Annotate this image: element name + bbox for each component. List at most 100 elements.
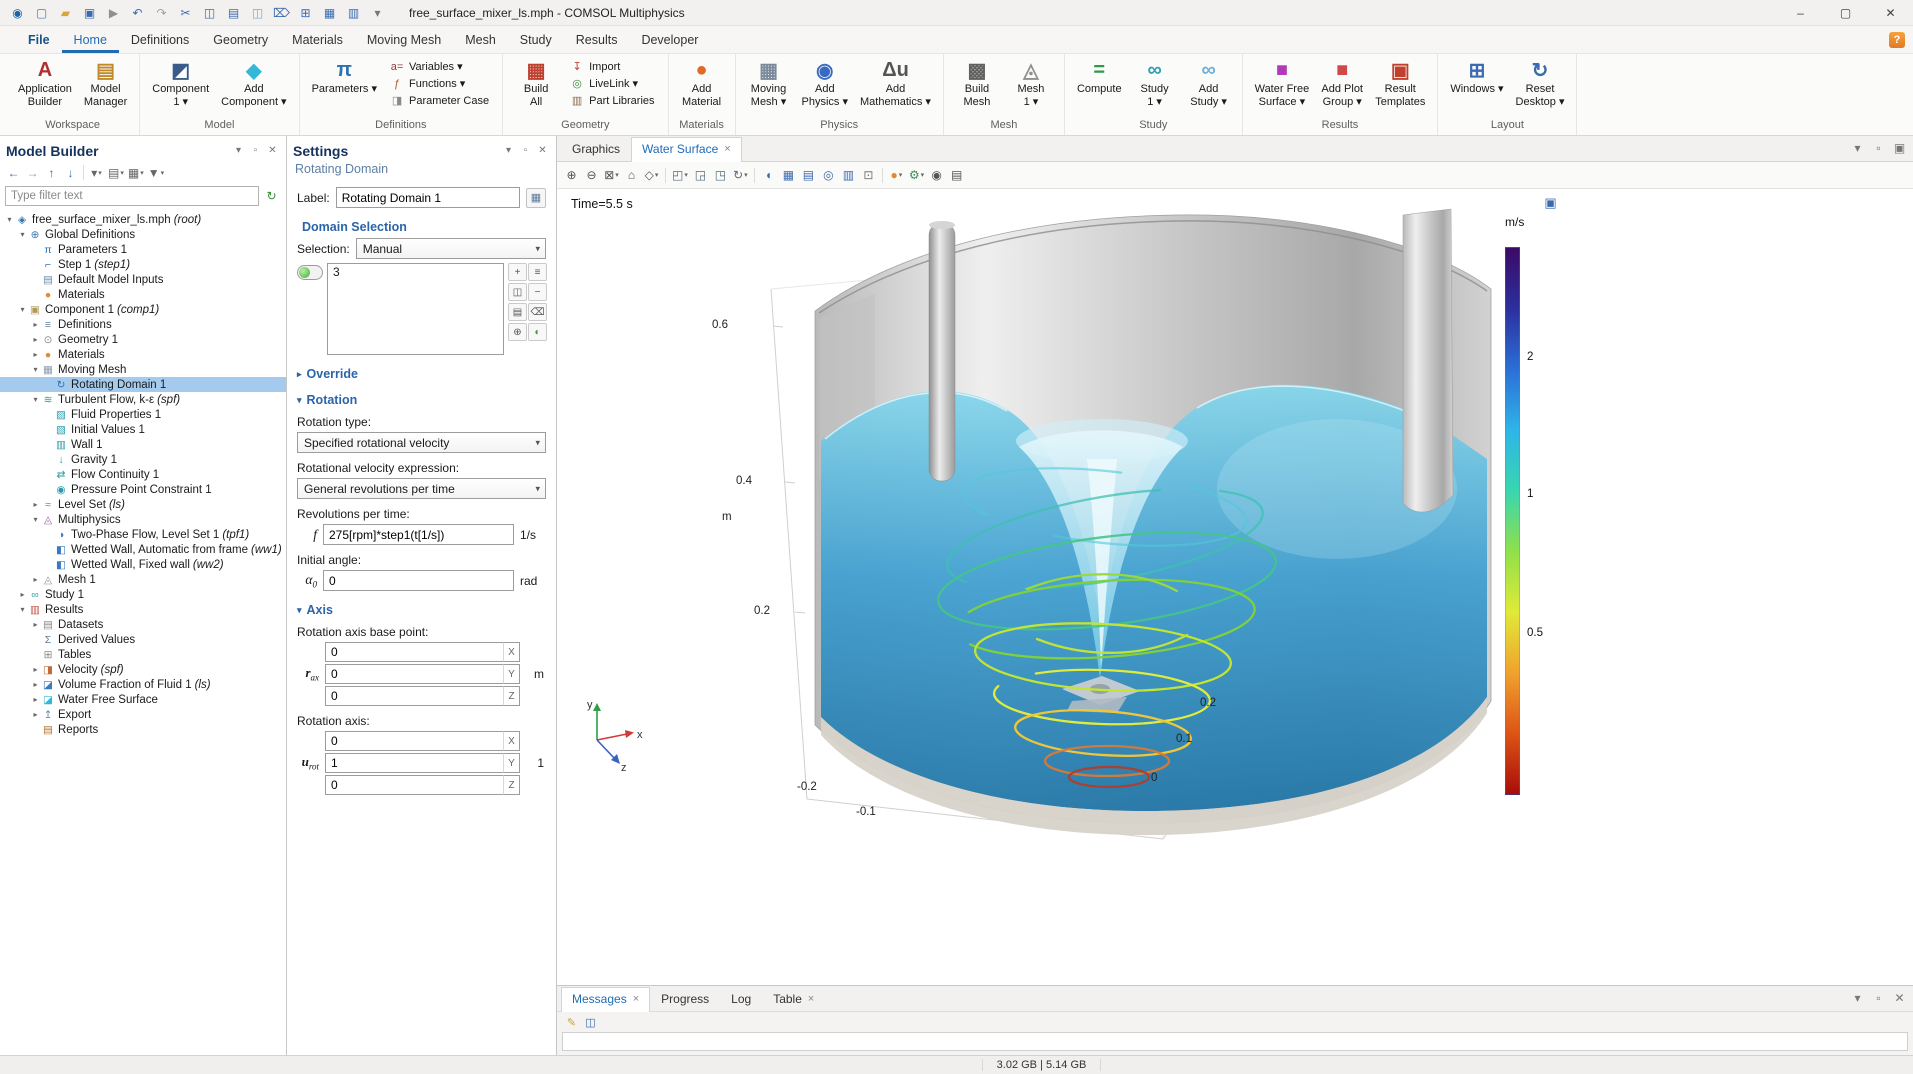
tree-item-moving-mesh[interactable]: ▾▦Moving Mesh xyxy=(0,362,286,377)
tree-item-study-1[interactable]: ▸∞Study 1 xyxy=(0,587,286,602)
ribbon-add-material[interactable]: ●Add Material xyxy=(675,56,729,111)
tree-item-rotating-domain-1[interactable]: ↻Rotating Domain 1 xyxy=(0,377,286,392)
rotate-view-icon[interactable]: ↻▾ xyxy=(731,166,750,185)
redo-icon[interactable]: ↷ xyxy=(150,3,173,23)
panel-options-icon[interactable]: ▾ xyxy=(1848,988,1867,1007)
tree-item-tables[interactable]: ⊞Tables xyxy=(0,647,286,662)
sound-icon[interactable]: ◖ xyxy=(759,166,778,185)
columns-icon[interactable]: ▦▾ xyxy=(126,163,146,182)
rotation-type-dropdown[interactable]: Specified rotational velocity xyxy=(297,432,546,453)
tree-item-gravity-1[interactable]: ↓Gravity 1 xyxy=(0,452,286,467)
duplicate-icon[interactable]: ◫ xyxy=(246,3,269,23)
panel-options-icon[interactable]: ▾ xyxy=(1848,138,1867,157)
ribbon-component-1[interactable]: ◩Component 1 ▾ xyxy=(146,56,215,111)
tree-item-mesh-1[interactable]: ▸◬Mesh 1 xyxy=(0,572,286,587)
copy-selection-icon[interactable]: ◫ xyxy=(508,283,527,301)
ribbon-livelink[interactable]: ◎LiveLink ▾ xyxy=(567,76,657,91)
ribbon-model-manager[interactable]: ▤Model Manager xyxy=(78,56,133,111)
move-down-icon[interactable]: ↓ xyxy=(61,163,80,182)
ribbon-variables[interactable]: a=Variables ▾ xyxy=(387,59,492,74)
zoom-in-icon[interactable]: ⊕ xyxy=(562,166,581,185)
rotation-axis-z-input[interactable] xyxy=(325,775,503,795)
ribbon-moving-mesh[interactable]: ▦Moving Mesh ▾ xyxy=(742,56,796,111)
ribbon-mesh-1[interactable]: ◬Mesh 1 ▾ xyxy=(1004,56,1058,111)
maximize-panel-icon[interactable]: ▣ xyxy=(1890,138,1909,157)
grid-window-icon[interactable]: ▥ xyxy=(342,3,365,23)
tree-item-volume-fraction-of-fluid-1[interactable]: ▸◪Volume Fraction of Fluid 1(ls) xyxy=(0,677,286,692)
table-window-icon[interactable]: ▦ xyxy=(318,3,341,23)
ribbon-windows[interactable]: ⊞Windows ▾ xyxy=(1444,56,1509,98)
tree-item-water-free-surface[interactable]: ▸◪Water Free Surface xyxy=(0,692,286,707)
rename-icon[interactable]: ▦ xyxy=(526,188,546,208)
graphics-canvas[interactable]: Time=5.5 s m/s ▣ y x z 210.50.60.40.2m-0… xyxy=(557,189,1913,985)
twisty-icon[interactable]: ▾ xyxy=(17,230,28,239)
float-icon[interactable]: ▫ xyxy=(1869,988,1888,1007)
open-icon[interactable]: ▰ xyxy=(54,3,77,23)
new-file-icon[interactable]: ▢ xyxy=(30,3,53,23)
twisty-icon[interactable]: ▸ xyxy=(30,575,41,584)
collapse-icon[interactable]: ▾▾ xyxy=(87,163,106,182)
nav-forward-icon[interactable]: → xyxy=(23,163,42,182)
close-tab-icon[interactable]: × xyxy=(724,143,730,155)
tree-item-multiphysics[interactable]: ▾◬Multiphysics xyxy=(0,512,286,527)
tree-item-turbulent-flow-k[interactable]: ▾≋Turbulent Flow, k-ε(spf) xyxy=(0,392,286,407)
tree-item-flow-continuity-1[interactable]: ⇄Flow Continuity 1 xyxy=(0,467,286,482)
zoom-out-icon[interactable]: ⊖ xyxy=(582,166,601,185)
rotation-axis-x-input[interactable] xyxy=(325,731,503,751)
twisty-icon[interactable]: ▸ xyxy=(30,320,41,329)
selection-list[interactable]: 3 xyxy=(327,263,504,355)
selection-item[interactable]: 3 xyxy=(328,264,503,280)
tree-item-initial-values-1[interactable]: ▧Initial Values 1 xyxy=(0,422,286,437)
tab-messages[interactable]: Messages× xyxy=(561,987,650,1012)
color-theme-icon[interactable]: ●▾ xyxy=(887,166,906,185)
undo-icon[interactable]: ↶ xyxy=(126,3,149,23)
close-button[interactable]: ✕ xyxy=(1868,0,1913,26)
tab-table[interactable]: Table× xyxy=(762,987,825,1011)
environment-icon[interactable]: ▥ xyxy=(839,166,858,185)
tree-item-definitions[interactable]: ▸≡Definitions xyxy=(0,317,286,332)
remove-selection-icon[interactable]: − xyxy=(528,283,547,301)
delete-icon[interactable]: ⌦ xyxy=(270,3,293,23)
ribbon-add-plot-group[interactable]: ■Add Plot Group ▾ xyxy=(1315,56,1369,111)
tree-item-derived-values[interactable]: ΣDerived Values xyxy=(0,632,286,647)
minimize-button[interactable]: – xyxy=(1778,0,1823,26)
section-domain-selection[interactable]: Domain Selection xyxy=(297,220,546,234)
selection-menu-icon[interactable]: ≡ xyxy=(528,263,547,281)
twisty-icon[interactable]: ▸ xyxy=(30,500,41,509)
section-rotation[interactable]: Rotation xyxy=(297,393,546,407)
view-yz-icon[interactable]: ◲ xyxy=(691,166,710,185)
clear-selection-icon[interactable]: ⌫ xyxy=(528,303,547,321)
ribbon-add-study[interactable]: ∞Add Study ▾ xyxy=(1182,56,1236,111)
close-tab-icon[interactable]: × xyxy=(633,993,639,1005)
base-point-z-input[interactable] xyxy=(325,686,503,706)
tree-item-fluid-properties-1[interactable]: ▨Fluid Properties 1 xyxy=(0,407,286,422)
ribbon-functions[interactable]: ƒFunctions ▾ xyxy=(387,76,492,91)
menu-materials[interactable]: Materials xyxy=(280,26,355,53)
copy-log-icon[interactable]: ◫ xyxy=(582,1014,599,1031)
base-point-y-input[interactable] xyxy=(325,664,503,684)
ribbon-reset-desktop[interactable]: ↻Reset Desktop ▾ xyxy=(1510,56,1571,111)
active-toggle[interactable] xyxy=(297,265,323,280)
lock-icon[interactable]: ⊡ xyxy=(859,166,878,185)
ribbon-build-all[interactable]: ▦Build All xyxy=(509,56,563,111)
section-override[interactable]: Override xyxy=(297,367,546,381)
tab-graphics[interactable]: Graphics xyxy=(561,137,631,161)
nav-back-icon[interactable]: ← xyxy=(4,163,23,182)
menu-definitions[interactable]: Definitions xyxy=(119,26,201,53)
go-to-view-icon[interactable]: ◇▾ xyxy=(642,166,661,185)
filter-input[interactable] xyxy=(5,186,259,206)
menu-geometry[interactable]: Geometry xyxy=(201,26,280,53)
toolbar-options-icon[interactable]: ▾ xyxy=(366,3,389,23)
twisty-icon[interactable]: ▸ xyxy=(30,350,41,359)
save-icon[interactable]: ▣ xyxy=(78,3,101,23)
print-icon[interactable]: ▤ xyxy=(947,166,966,185)
ribbon-add-component[interactable]: ◆Add Component ▾ xyxy=(215,56,292,111)
move-up-icon[interactable]: ↑ xyxy=(42,163,61,182)
label-input[interactable] xyxy=(336,187,520,208)
tree-item-pressure-point-constraint-1[interactable]: ◉Pressure Point Constraint 1 xyxy=(0,482,286,497)
scene-3d-plot[interactable] xyxy=(557,189,1913,985)
zoom-extents-icon[interactable]: ⊠▾ xyxy=(602,166,621,185)
model-settings-icon[interactable]: ▤▾ xyxy=(106,163,126,182)
tree-item-parameters-1[interactable]: πParameters 1 xyxy=(0,242,286,257)
menu-home[interactable]: Home xyxy=(62,26,119,53)
